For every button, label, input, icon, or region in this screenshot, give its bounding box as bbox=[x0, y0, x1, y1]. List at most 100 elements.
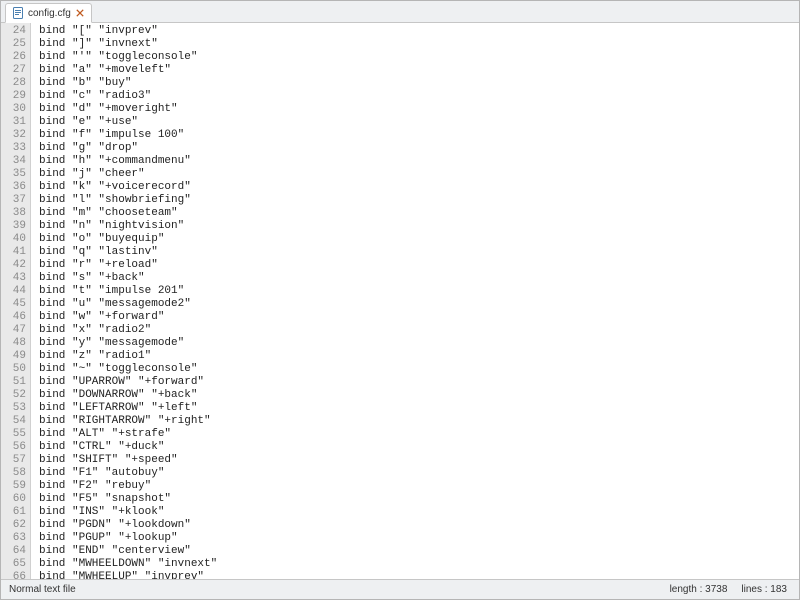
code-line[interactable]: bind "g" "drop" bbox=[39, 142, 799, 155]
code-line[interactable]: bind "PGDN" "+lookdown" bbox=[39, 519, 799, 532]
code-line[interactable]: bind "RIGHTARROW" "+right" bbox=[39, 415, 799, 428]
line-number: 48 bbox=[1, 337, 30, 350]
code-line[interactable]: bind "'" "toggleconsole" bbox=[39, 51, 799, 64]
line-number: 55 bbox=[1, 428, 30, 441]
line-number: 47 bbox=[1, 324, 30, 337]
line-number: 51 bbox=[1, 376, 30, 389]
line-number-gutter: 2425262728293031323334353637383940414243… bbox=[1, 23, 31, 579]
code-line[interactable]: bind "r" "+reload" bbox=[39, 259, 799, 272]
code-line[interactable]: bind "F1" "autobuy" bbox=[39, 467, 799, 480]
line-number: 66 bbox=[1, 571, 30, 579]
line-number: 34 bbox=[1, 155, 30, 168]
line-number: 42 bbox=[1, 259, 30, 272]
line-number: 43 bbox=[1, 272, 30, 285]
code-line[interactable]: bind "y" "messagemode" bbox=[39, 337, 799, 350]
code-line[interactable]: bind "l" "showbriefing" bbox=[39, 194, 799, 207]
line-number: 27 bbox=[1, 64, 30, 77]
editor-frame: config.cfg 24252627282930313233343536373… bbox=[0, 0, 800, 600]
line-number: 39 bbox=[1, 220, 30, 233]
code-line[interactable]: bind "F2" "rebuy" bbox=[39, 480, 799, 493]
status-length: length : 3738 bbox=[670, 584, 728, 595]
code-line[interactable]: bind "~" "toggleconsole" bbox=[39, 363, 799, 376]
code-line[interactable]: bind "u" "messagemode2" bbox=[39, 298, 799, 311]
code-line[interactable]: bind "a" "+moveleft" bbox=[39, 64, 799, 77]
line-number: 37 bbox=[1, 194, 30, 207]
line-number: 58 bbox=[1, 467, 30, 480]
line-number: 50 bbox=[1, 363, 30, 376]
line-number: 24 bbox=[1, 25, 30, 38]
code-line[interactable]: bind "F5" "snapshot" bbox=[39, 493, 799, 506]
code-line[interactable]: bind "x" "radio2" bbox=[39, 324, 799, 337]
code-text[interactable]: bind "[" "invprev"bind "]" "invnext"bind… bbox=[31, 23, 799, 579]
code-line[interactable]: bind "SHIFT" "+speed" bbox=[39, 454, 799, 467]
tab-config-cfg[interactable]: config.cfg bbox=[5, 3, 92, 23]
code-line[interactable]: bind "LEFTARROW" "+left" bbox=[39, 402, 799, 415]
line-number: 31 bbox=[1, 116, 30, 129]
code-line[interactable]: bind "[" "invprev" bbox=[39, 25, 799, 38]
line-number: 44 bbox=[1, 285, 30, 298]
line-number: 57 bbox=[1, 454, 30, 467]
code-line[interactable]: bind "m" "chooseteam" bbox=[39, 207, 799, 220]
line-number: 25 bbox=[1, 38, 30, 51]
line-number: 38 bbox=[1, 207, 30, 220]
line-number: 65 bbox=[1, 558, 30, 571]
code-line[interactable]: bind "MWHEELUP" "invprev" bbox=[39, 571, 799, 579]
code-line[interactable]: bind "o" "buyequip" bbox=[39, 233, 799, 246]
code-line[interactable]: bind "CTRL" "+duck" bbox=[39, 441, 799, 454]
line-number: 52 bbox=[1, 389, 30, 402]
code-line[interactable]: bind "n" "nightvision" bbox=[39, 220, 799, 233]
line-number: 49 bbox=[1, 350, 30, 363]
status-bar: Normal text file length : 3738 lines : 1… bbox=[1, 579, 799, 599]
code-line[interactable]: bind "MWHEELDOWN" "invnext" bbox=[39, 558, 799, 571]
line-number: 46 bbox=[1, 311, 30, 324]
code-line[interactable]: bind "DOWNARROW" "+back" bbox=[39, 389, 799, 402]
line-number: 62 bbox=[1, 519, 30, 532]
line-number: 53 bbox=[1, 402, 30, 415]
code-line[interactable]: bind "PGUP" "+lookup" bbox=[39, 532, 799, 545]
status-filetype: Normal text file bbox=[1, 584, 76, 595]
line-number: 64 bbox=[1, 545, 30, 558]
code-line[interactable]: bind "d" "+moveright" bbox=[39, 103, 799, 116]
close-icon[interactable] bbox=[75, 8, 85, 18]
code-line[interactable]: bind "j" "cheer" bbox=[39, 168, 799, 181]
code-line[interactable]: bind "b" "buy" bbox=[39, 77, 799, 90]
code-line[interactable]: bind "s" "+back" bbox=[39, 272, 799, 285]
code-line[interactable]: bind "]" "invnext" bbox=[39, 38, 799, 51]
line-number: 28 bbox=[1, 77, 30, 90]
line-number: 63 bbox=[1, 532, 30, 545]
line-number: 61 bbox=[1, 506, 30, 519]
code-line[interactable]: bind "ALT" "+strafe" bbox=[39, 428, 799, 441]
line-number: 40 bbox=[1, 233, 30, 246]
code-line[interactable]: bind "t" "impulse 201" bbox=[39, 285, 799, 298]
line-number: 29 bbox=[1, 90, 30, 103]
line-number: 26 bbox=[1, 51, 30, 64]
code-line[interactable]: bind "INS" "+klook" bbox=[39, 506, 799, 519]
code-line[interactable]: bind "q" "lastinv" bbox=[39, 246, 799, 259]
line-number: 32 bbox=[1, 129, 30, 142]
line-number: 41 bbox=[1, 246, 30, 259]
code-line[interactable]: bind "w" "+forward" bbox=[39, 311, 799, 324]
line-number: 54 bbox=[1, 415, 30, 428]
line-number: 59 bbox=[1, 480, 30, 493]
tab-strip: config.cfg bbox=[1, 1, 799, 23]
file-icon bbox=[12, 7, 24, 19]
code-area[interactable]: 2425262728293031323334353637383940414243… bbox=[1, 23, 799, 579]
code-line[interactable]: bind "UPARROW" "+forward" bbox=[39, 376, 799, 389]
line-number: 56 bbox=[1, 441, 30, 454]
tab-label: config.cfg bbox=[28, 8, 71, 19]
code-line[interactable]: bind "e" "+use" bbox=[39, 116, 799, 129]
line-number: 45 bbox=[1, 298, 30, 311]
status-lines: lines : 183 bbox=[741, 584, 787, 595]
code-line[interactable]: bind "z" "radio1" bbox=[39, 350, 799, 363]
line-number: 30 bbox=[1, 103, 30, 116]
line-number: 33 bbox=[1, 142, 30, 155]
code-line[interactable]: bind "c" "radio3" bbox=[39, 90, 799, 103]
status-right: length : 3738 lines : 183 bbox=[670, 584, 799, 595]
code-line[interactable]: bind "k" "+voicerecord" bbox=[39, 181, 799, 194]
line-number: 36 bbox=[1, 181, 30, 194]
code-line[interactable]: bind "f" "impulse 100" bbox=[39, 129, 799, 142]
code-line[interactable]: bind "h" "+commandmenu" bbox=[39, 155, 799, 168]
line-number: 35 bbox=[1, 168, 30, 181]
line-number: 60 bbox=[1, 493, 30, 506]
code-line[interactable]: bind "END" "centerview" bbox=[39, 545, 799, 558]
